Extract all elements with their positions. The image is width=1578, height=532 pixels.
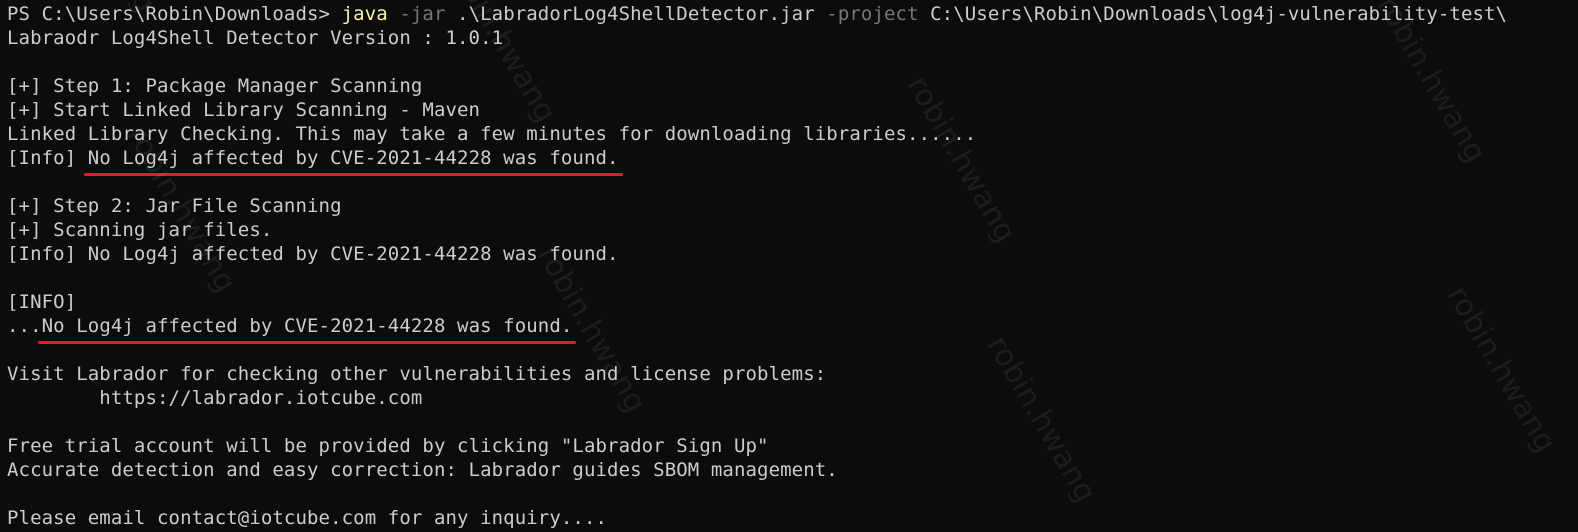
jar-path: .\LabradorLog4ShellDetector.jar [445, 3, 815, 25]
info-line-2: [Info] No Log4j affected by CVE-2021-442… [7, 243, 619, 265]
final-result-line: ...No Log4j affected by CVE-2021-44228 w… [7, 314, 577, 344]
step2-line: [+] Step 2: Jar File Scanning [7, 195, 342, 217]
highlighted-result-1: No Log4j affected by CVE-2021-44228 was … [83, 147, 623, 176]
prompt: PS C:\Users\Robin\Downloads> [7, 3, 342, 25]
project-path: C:\Users\Robin\Downloads\log4j-vulnerabi… [918, 3, 1508, 25]
watermark-text: robin.hwang [979, 330, 1103, 509]
final-prefix: ... [7, 315, 42, 337]
flag-jar: -jar [387, 3, 446, 25]
command-name: java [341, 3, 388, 25]
watermark-text: robin.hwang [899, 70, 1023, 249]
command-line: PS C:\Users\Robin\Downloads> java -jar .… [7, 2, 1507, 26]
linked-check-line: Linked Library Checking. This may take a… [7, 123, 977, 145]
step1-line: [+] Step 1: Package Manager Scanning [7, 75, 423, 97]
email-line: Please email contact@iotcube.com for any… [7, 507, 608, 529]
trial-line: Free trial account will be provided by c… [7, 435, 769, 457]
accurate-line: Accurate detection and easy correction: … [7, 459, 838, 481]
step1-sub-line: [+] Start Linked Library Scanning - Mave… [7, 99, 481, 121]
terminal-window[interactable]: PS C:\Users\Robin\Downloads> java -jar .… [0, 0, 1578, 532]
visit-line: Visit Labrador for checking other vulner… [7, 363, 827, 385]
info-prefix: [Info] [7, 147, 88, 169]
visit-url: https://labrador.iotcube.com [7, 387, 423, 409]
flag-project: -project [814, 3, 919, 25]
version-line: Labraodr Log4Shell Detector Version : 1.… [7, 27, 504, 49]
watermark-text: robin.hwang [1439, 280, 1563, 459]
info-line-1: [Info] No Log4j affected by CVE-2021-442… [7, 146, 623, 176]
info-header-line: [INFO] [7, 291, 77, 313]
step2-sub-line: [+] Scanning jar files. [7, 219, 273, 241]
highlighted-result-2: No Log4j affected by CVE-2021-44228 was … [37, 315, 577, 344]
